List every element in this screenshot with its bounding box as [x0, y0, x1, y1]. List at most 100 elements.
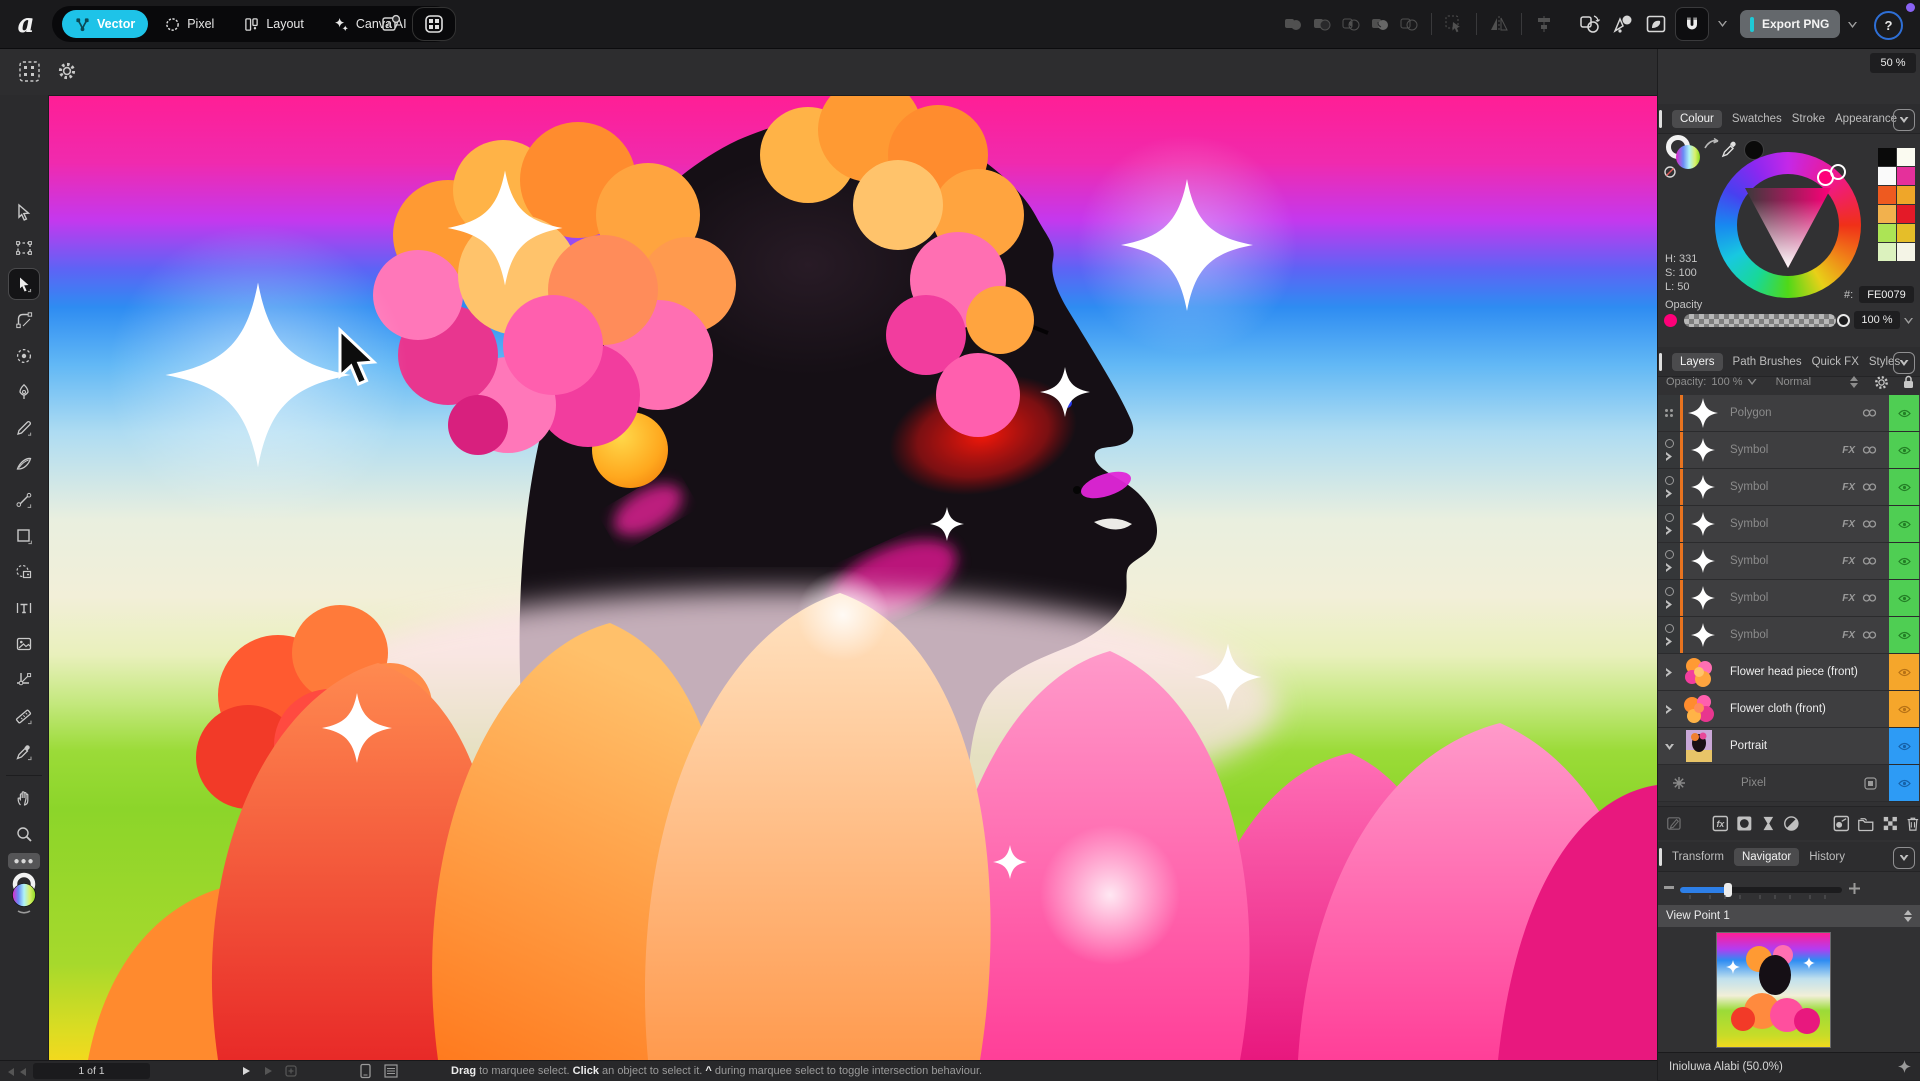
expand-chevron[interactable] [1666, 705, 1672, 714]
delete-layer-icon[interactable] [1905, 814, 1920, 833]
visibility-toggle[interactable] [1889, 469, 1919, 505]
tab-transform[interactable]: Transform [1672, 851, 1724, 863]
visibility-toggle[interactable] [1889, 580, 1919, 616]
fx-badge[interactable]: FX [1842, 556, 1855, 567]
pen-tool[interactable] [9, 377, 39, 407]
layer-row-symbol[interactable]: Symbol FX [1658, 506, 1920, 543]
layer-row-symbol[interactable]: Symbol FX [1658, 543, 1920, 580]
fx-badge[interactable]: FX [1842, 593, 1855, 604]
layer-fx-icon[interactable]: fx [1712, 814, 1729, 833]
view-tool[interactable] [9, 783, 39, 813]
tab-path-brushes[interactable]: Path Brushes [1733, 356, 1802, 368]
list-view-icon[interactable] [383, 1063, 399, 1079]
tab-stroke[interactable]: Stroke [1792, 113, 1825, 125]
expand-chevron[interactable] [1666, 452, 1672, 461]
opacity-slider-handle[interactable] [1837, 314, 1850, 327]
shape-tool[interactable] [9, 521, 39, 551]
fx-badge[interactable]: FX [1842, 630, 1855, 641]
expand-chevron[interactable] [1666, 637, 1672, 646]
layer-row-symbol[interactable]: Symbol FX [1658, 580, 1920, 617]
fx-badge[interactable]: FX [1842, 445, 1855, 456]
panel-drag-handle[interactable] [1659, 353, 1662, 371]
layer-row-polygon[interactable]: Polygon [1658, 395, 1920, 432]
layer-name[interactable]: Symbol [1730, 617, 1768, 653]
colour-picker-tool[interactable] [9, 737, 39, 767]
swatch[interactable] [1878, 167, 1896, 185]
expand-chevron[interactable] [1666, 526, 1672, 535]
zoom-out-button[interactable] [1664, 886, 1674, 889]
snapping-button[interactable] [1675, 7, 1709, 41]
visibility-toggle[interactable] [1889, 691, 1919, 727]
colour-wheel[interactable] [1715, 152, 1861, 298]
tab-quick-fx[interactable]: Quick FX [1812, 356, 1859, 368]
visibility-toggle[interactable] [1889, 728, 1919, 764]
transform-objects-separately-icon[interactable] [1578, 12, 1602, 36]
collapse-chevron[interactable] [1665, 744, 1674, 750]
navigator-thumbnail[interactable] [1716, 932, 1831, 1048]
adjustment-hourglass-icon[interactable] [1760, 814, 1777, 833]
snapping-dropdown-chevron[interactable] [1718, 21, 1727, 27]
swatch[interactable] [1878, 205, 1896, 223]
boolean-add-icon[interactable] [1283, 14, 1303, 34]
new-layer-icon[interactable] [1833, 814, 1850, 833]
tab-appearance[interactable]: Appearance [1835, 113, 1897, 125]
export-png-button[interactable]: Export PNG [1740, 10, 1840, 38]
studio-grid-button[interactable] [412, 7, 456, 41]
layer-name[interactable]: Portrait [1730, 728, 1767, 764]
fill-stroke-mini-icon[interactable] [1663, 134, 1707, 180]
layer-name[interactable]: Pixel [1741, 765, 1766, 801]
export-dropdown-chevron[interactable] [1848, 22, 1857, 28]
layer-row-symbol[interactable]: Symbol FX [1658, 432, 1920, 469]
insert-inside-icon[interactable] [1644, 12, 1668, 36]
select-same-icon[interactable] [18, 60, 41, 83]
mask-layer-icon[interactable] [1736, 814, 1753, 833]
adjustment-layer-icon[interactable] [1783, 814, 1800, 833]
panel-collapse-button[interactable] [1893, 109, 1915, 131]
move-tool[interactable] [9, 197, 39, 227]
layer-name[interactable]: Symbol [1730, 432, 1768, 468]
last-page-button[interactable] [265, 1067, 272, 1075]
text-styles-button[interactable]: A [372, 9, 410, 39]
persona-layout[interactable]: Layout [231, 10, 317, 38]
swatch[interactable] [1897, 186, 1915, 204]
zoom-in-button[interactable] [1848, 882, 1861, 895]
zoom-tool[interactable] [9, 819, 39, 849]
measure-tool[interactable] [9, 701, 39, 731]
layer-row-pixel[interactable]: Pixel [1658, 765, 1920, 802]
layer-row-symbol[interactable]: Symbol FX [1658, 617, 1920, 654]
swatch[interactable] [1897, 243, 1915, 261]
panel-drag-handle[interactable] [1659, 110, 1662, 128]
layer-row-symbol[interactable]: Symbol FX [1658, 469, 1920, 506]
corner-tool[interactable] [9, 305, 39, 335]
panel-collapse-button[interactable] [1893, 847, 1915, 869]
more-tools-button[interactable]: ●●● [8, 853, 40, 869]
swatch[interactable] [1878, 186, 1896, 204]
help-button[interactable]: ? [1874, 11, 1903, 40]
swatch[interactable] [1897, 224, 1915, 242]
swatch[interactable] [1897, 167, 1915, 185]
persona-vector[interactable]: Vector [62, 10, 148, 38]
fx-badge[interactable]: FX [1842, 519, 1855, 530]
visibility-toggle[interactable] [1889, 765, 1919, 801]
document-canvas[interactable] [48, 95, 1657, 1060]
layer-row-portrait[interactable]: Portrait [1658, 728, 1920, 765]
artboard-tool[interactable] [9, 233, 39, 263]
panel-drag-handle[interactable] [1659, 848, 1662, 866]
zoom-slider[interactable] [1680, 887, 1842, 893]
tab-swatches[interactable]: Swatches [1732, 113, 1782, 125]
boolean-intersect-icon[interactable] [1341, 14, 1361, 34]
blend-mode-select[interactable]: Normal [1776, 376, 1811, 388]
swatch[interactable] [1897, 205, 1915, 223]
boolean-subtract-icon[interactable] [1312, 14, 1332, 34]
fx-badge[interactable]: FX [1842, 482, 1855, 493]
fill-tool[interactable] [9, 485, 39, 515]
pencil-tool[interactable] [9, 413, 39, 443]
lock-icon[interactable] [1901, 374, 1916, 390]
new-group-icon[interactable] [1857, 814, 1875, 833]
expand-chevron[interactable] [1666, 600, 1672, 609]
layer-name[interactable]: Symbol [1730, 506, 1768, 542]
visibility-toggle[interactable] [1889, 654, 1919, 690]
hue-selector-secondary[interactable] [1830, 164, 1846, 180]
layer-name[interactable]: Flower head piece (front) [1730, 654, 1858, 690]
layer-name[interactable]: Symbol [1730, 469, 1768, 505]
